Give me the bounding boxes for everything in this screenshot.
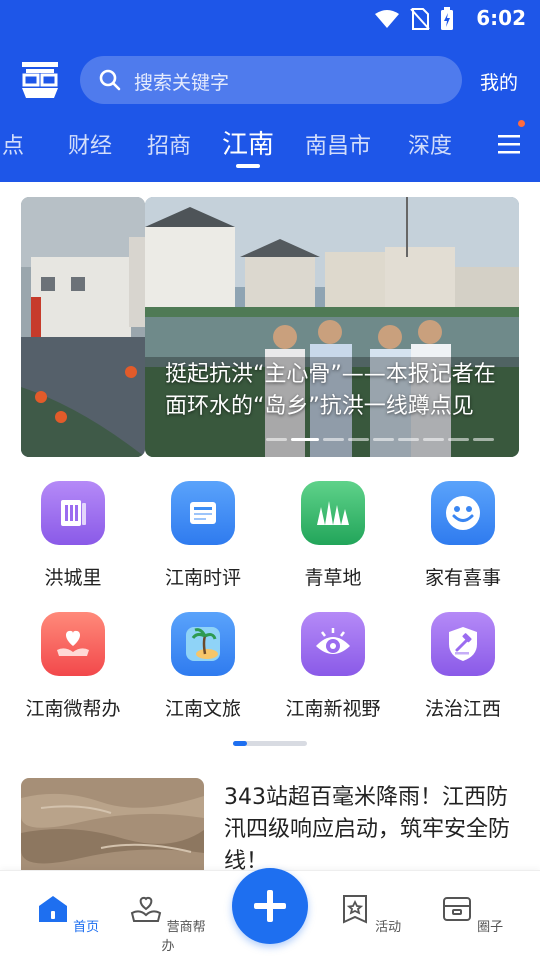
grid-item-label: 江南微帮办 [25,698,121,720]
mine-button[interactable]: 我的 [480,68,518,95]
channel-tabs: 点 财经 招商 江南 南昌市 深度 [0,120,540,176]
publish-plus-button[interactable] [232,868,308,944]
carousel-dot [423,438,444,441]
search-icon [99,69,121,91]
battery-icon [441,7,453,30]
grid-item-micro-help[interactable]: 江南微帮办 [8,612,138,721]
nav-home-label: 首页 [73,920,100,935]
tab-depth[interactable]: 深度 [408,128,452,160]
tab-finance[interactable]: 财经 [68,128,112,160]
flood-rescue-photo [21,197,145,457]
carousel-dot [348,438,369,441]
nav-business-help[interactable]: 营商帮办 [128,893,208,954]
newspaper-icon [171,481,235,545]
grid-item-happy-events[interactable]: 家有喜事 [398,481,528,590]
banner-carousel[interactable]: 挺起抗洪“主心骨”——本报记者在 面环水的“岛乡”抗洪一线蹲点见 [0,197,540,457]
home-icon [38,896,67,922]
grid-item-label: 江南文旅 [164,698,241,720]
star-badge-icon [342,895,367,924]
carousel-dot [266,438,287,441]
carousel-dot-active [291,438,319,441]
grid-item-label: 法治江西 [424,698,501,720]
handshake-icon [131,896,162,922]
book-icon [41,481,105,545]
news-item[interactable]: 343站超百毫米降雨！江西防汛四级响应启动，筑牢安全防线！ [21,778,519,874]
nav-circle-label: 圈子 [477,920,504,935]
wifi-icon [375,10,399,28]
grass-icon [301,481,365,545]
header: 6:02 搜索关键字 我的 点 财经 招商 江南 南昌市 深度 [0,0,540,182]
island-icon [171,612,235,676]
grid-item-grassland[interactable]: 青草地 [268,481,398,590]
banner-caption-line1: 挺起抗洪“主心骨”——本报记者在 [165,362,496,387]
eye-icon [301,612,365,676]
nav-circle[interactable]: 圈子 [432,893,512,935]
grid-item-label: 江南新视野 [285,698,381,720]
carousel-dot [323,438,344,441]
banner-caption: 挺起抗洪“主心骨”——本报记者在 面环水的“岛乡”抗洪一线蹲点见 [165,359,519,423]
grid-item-culture-tourism[interactable]: 江南文旅 [138,612,268,721]
status-icons [374,7,454,31]
search-bar[interactable]: 搜索关键字 [80,56,462,104]
carousel-dot [473,438,494,441]
gavel-shield-icon [431,612,495,676]
nav-activity[interactable]: 活动 [330,893,410,935]
tab-nanchang[interactable]: 南昌市 [305,128,371,160]
grid-item-commentary[interactable]: 江南时评 [138,481,268,590]
news-title: 343站超百毫米降雨！江西防汛四级响应启动，筑牢安全防线！ [224,785,511,874]
tab-partial[interactable]: 点 [2,128,24,160]
nav-business-help-label: 营商帮办 [161,920,206,954]
logo-icon[interactable] [18,60,62,100]
banner-slide-previous[interactable] [21,197,145,457]
smile-icon [431,481,495,545]
flood-water-photo [21,778,204,873]
tab-investment[interactable]: 招商 [147,128,191,160]
grid-item-label: 江南时评 [164,567,241,589]
news-thumbnail [21,778,204,873]
carousel-dots [266,438,494,441]
carousel-dot [373,438,394,441]
menu-icon[interactable] [498,134,520,154]
grid-item-label: 青草地 [304,567,362,589]
banner-caption-line2: 面环水的“岛乡”抗洪一线蹲点见 [165,394,474,419]
heart-hand-icon [41,612,105,676]
no-sim-icon [410,8,430,30]
nav-home[interactable]: 首页 [28,893,108,935]
tab-jiangnan[interactable]: 江南 [222,124,274,161]
grid-page-indicator-active [233,741,247,746]
grid-item-hongchengli[interactable]: 洪城里 [8,481,138,590]
shop-icon [442,897,471,921]
carousel-dot [398,438,419,441]
notification-dot [518,120,525,127]
nav-activity-label: 活动 [375,920,402,935]
status-time: 6:02 [476,6,526,30]
grid-item-label: 家有喜事 [424,567,501,589]
grid-item-new-vision[interactable]: 江南新视野 [268,612,398,721]
carousel-dot [448,438,469,441]
search-placeholder: 搜索关键字 [134,72,230,94]
active-tab-indicator [236,164,260,168]
status-bar: 6:02 [0,0,540,38]
grid-item-rule-of-law[interactable]: 法治江西 [398,612,528,721]
banner-slide-current[interactable]: 挺起抗洪“主心骨”——本报记者在 面环水的“岛乡”抗洪一线蹲点见 [145,197,519,457]
grid-item-label: 洪城里 [44,567,102,589]
